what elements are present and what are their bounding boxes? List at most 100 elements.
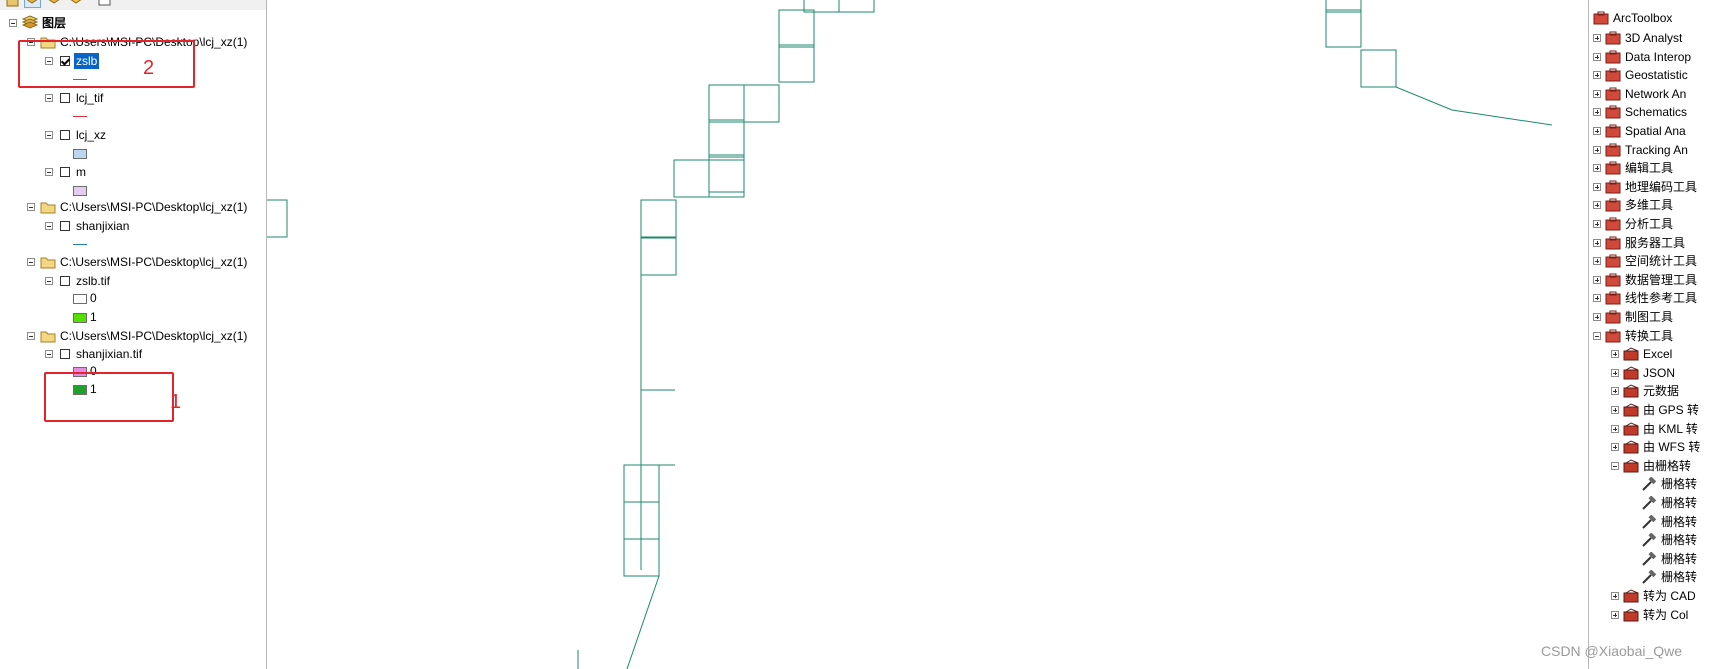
- layer-visibility-checkbox[interactable]: [60, 130, 70, 140]
- collapse-icon[interactable]: [45, 94, 53, 102]
- toolset-row[interactable]: 空间统计工具: [1589, 251, 1710, 271]
- collapse-icon[interactable]: [27, 203, 35, 211]
- collapse-icon[interactable]: [45, 222, 53, 230]
- toolset-row[interactable]: 元数据: [1589, 381, 1710, 401]
- toolset-row[interactable]: 由 WFS 转: [1589, 437, 1710, 457]
- expand-icon[interactable]: [1593, 108, 1601, 116]
- expand-icon[interactable]: [1611, 350, 1619, 358]
- toolset-row[interactable]: 转为 CAD: [1589, 586, 1710, 606]
- toolset-row[interactable]: 转换工具: [1589, 326, 1710, 346]
- list-by-visibility-button[interactable]: [46, 0, 63, 8]
- expand-icon[interactable]: [1593, 183, 1601, 191]
- toolset-row[interactable]: 由 KML 转: [1589, 419, 1710, 439]
- toolset-row[interactable]: 栅格转: [1589, 567, 1710, 587]
- layer-name-label[interactable]: lcj_xz: [76, 128, 106, 142]
- toolset-row[interactable]: 栅格转: [1589, 530, 1710, 550]
- toolset-row[interactable]: Excel: [1589, 344, 1710, 364]
- collapse-icon[interactable]: [9, 19, 17, 27]
- collapse-icon[interactable]: [27, 258, 35, 266]
- toc-group-row[interactable]: C:\Users\MSI-PC\Desktop\lcj_xz(1): [0, 198, 266, 216]
- layer-name-label[interactable]: zslb.tif: [76, 274, 110, 288]
- expand-icon[interactable]: [1611, 425, 1619, 433]
- toolset-row[interactable]: 地理编码工具: [1589, 177, 1710, 197]
- toc-layer-row-zslb-tif[interactable]: zslb.tif: [0, 272, 200, 290]
- layer-name-label[interactable]: shanjixian.tif: [76, 347, 142, 361]
- expand-icon[interactable]: [1593, 313, 1601, 321]
- list-by-source-button[interactable]: [24, 0, 41, 8]
- collapse-icon[interactable]: [45, 350, 53, 358]
- collapse-icon[interactable]: [27, 332, 35, 340]
- fill-symbol[interactable]: [73, 149, 87, 159]
- toolset-row[interactable]: Data Interop: [1589, 47, 1710, 67]
- collapse-icon[interactable]: [45, 131, 53, 139]
- toolset-row[interactable]: 制图工具: [1589, 307, 1710, 327]
- expand-icon[interactable]: [1611, 592, 1619, 600]
- expand-icon[interactable]: [1593, 201, 1601, 209]
- toolset-row[interactable]: 栅格转: [1589, 512, 1710, 532]
- expand-icon[interactable]: [1611, 406, 1619, 414]
- toolset-row[interactable]: 3D Analyst: [1589, 28, 1710, 48]
- toc-layer-row-m[interactable]: m: [0, 163, 200, 181]
- expand-icon[interactable]: [1593, 53, 1601, 61]
- collapse-icon[interactable]: [1593, 332, 1601, 340]
- line-symbol[interactable]: [73, 244, 87, 245]
- fill-symbol[interactable]: [73, 186, 87, 196]
- expand-icon[interactable]: [1593, 220, 1601, 228]
- toc-root-row[interactable]: 图层: [0, 14, 260, 32]
- toolset-row[interactable]: 由栅格转: [1589, 456, 1710, 476]
- toolset-row[interactable]: Spatial Ana: [1589, 121, 1710, 141]
- collapse-icon[interactable]: [45, 168, 53, 176]
- toolset-row[interactable]: 线性参考工具: [1589, 288, 1710, 308]
- toolbox-root-row[interactable]: ArcToolbox: [1589, 8, 1710, 28]
- expand-icon[interactable]: [1593, 164, 1601, 172]
- toc-layer-row-shanjixian[interactable]: shanjixian: [0, 217, 200, 235]
- layer-visibility-checkbox[interactable]: [60, 349, 70, 359]
- toolset-row[interactable]: Network An: [1589, 84, 1710, 104]
- layer-name-label[interactable]: m: [76, 165, 86, 179]
- collapse-icon[interactable]: [45, 277, 53, 285]
- list-by-selection-button[interactable]: [68, 0, 85, 8]
- expand-icon[interactable]: [1593, 127, 1601, 135]
- expand-icon[interactable]: [1593, 71, 1601, 79]
- layer-name-label[interactable]: lcj_tif: [76, 91, 103, 105]
- toc-layer-row-lcj-tif[interactable]: lcj_tif: [0, 89, 200, 107]
- expand-icon[interactable]: [1593, 239, 1601, 247]
- toc-layer-row-lcj-xz[interactable]: lcj_xz: [0, 126, 200, 144]
- layer-visibility-checkbox[interactable]: [60, 276, 70, 286]
- collapse-icon[interactable]: [1611, 462, 1619, 470]
- legend-swatch[interactable]: [73, 294, 87, 304]
- expand-icon[interactable]: [1611, 387, 1619, 395]
- toolset-row[interactable]: 多维工具: [1589, 195, 1710, 215]
- layer-visibility-checkbox[interactable]: [60, 221, 70, 231]
- toolset-row[interactable]: 栅格转: [1589, 493, 1710, 513]
- toolset-row[interactable]: 栅格转: [1589, 549, 1710, 569]
- expand-icon[interactable]: [1593, 276, 1601, 284]
- toc-group-row[interactable]: C:\Users\MSI-PC\Desktop\lcj_xz(1): [0, 327, 266, 345]
- toolset-row[interactable]: 分析工具: [1589, 214, 1710, 234]
- expand-icon[interactable]: [1593, 294, 1601, 302]
- layer-visibility-checkbox[interactable]: [60, 167, 70, 177]
- layer-visibility-checkbox[interactable]: [60, 93, 70, 103]
- toolset-row[interactable]: 编辑工具: [1589, 158, 1710, 178]
- toolset-row[interactable]: 服务器工具: [1589, 233, 1710, 253]
- toolset-row[interactable]: Geostatistic: [1589, 65, 1710, 85]
- toolset-row[interactable]: Schematics: [1589, 102, 1710, 122]
- expand-icon[interactable]: [1593, 257, 1601, 265]
- toolset-row[interactable]: 栅格转: [1589, 474, 1710, 494]
- toolset-row[interactable]: Tracking An: [1589, 140, 1710, 160]
- toolset-row[interactable]: 由 GPS 转: [1589, 400, 1710, 420]
- line-symbol[interactable]: [73, 116, 87, 117]
- toolset-row[interactable]: JSON: [1589, 363, 1710, 383]
- expand-icon[interactable]: [1611, 443, 1619, 451]
- toc-group-row[interactable]: C:\Users\MSI-PC\Desktop\lcj_xz(1): [0, 253, 266, 271]
- toc-layer-row-shanjixian-tif[interactable]: shanjixian.tif: [0, 345, 200, 363]
- map-canvas[interactable]: [267, 0, 1587, 669]
- expand-icon[interactable]: [1593, 34, 1601, 42]
- expand-icon[interactable]: [1593, 146, 1601, 154]
- expand-icon[interactable]: [1611, 611, 1619, 619]
- expand-icon[interactable]: [1611, 369, 1619, 377]
- toolset-row[interactable]: 数据管理工具: [1589, 270, 1710, 290]
- toolset-row[interactable]: 转为 Col: [1589, 605, 1710, 625]
- list-by-drawing-order-button[interactable]: [4, 0, 21, 8]
- legend-swatch[interactable]: [73, 313, 87, 323]
